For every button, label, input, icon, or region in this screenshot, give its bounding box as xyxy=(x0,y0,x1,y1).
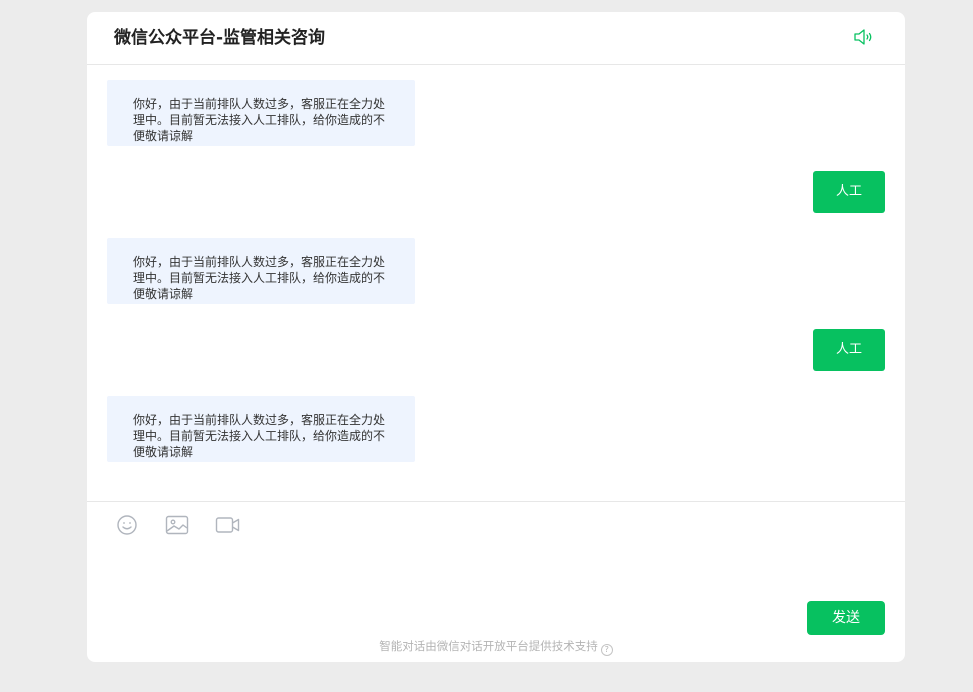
video-icon[interactable] xyxy=(215,514,241,540)
chat-title: 微信公众平台-监管相关咨询 xyxy=(114,28,326,48)
image-icon[interactable] xyxy=(165,514,189,540)
help-icon[interactable]: ? xyxy=(600,644,613,656)
send-button[interactable]: 发送 xyxy=(807,601,885,635)
chat-header: 微信公众平台-监管相关咨询 xyxy=(87,12,905,65)
bot-message: 你好，由于当前排队人数过多，客服正在全力处理中。目前暂无法接入人工排队，给你造成… xyxy=(107,396,415,462)
user-message: 人工 xyxy=(813,171,885,213)
bot-message: 你好，由于当前排队人数过多，客服正在全力处理中。目前暂无法接入人工排队，给你造成… xyxy=(107,238,415,304)
user-message: 人工 xyxy=(813,329,885,371)
message-list: 你好，由于当前排队人数过多，客服正在全力处理中。目前暂无法接入人工排队，给你造成… xyxy=(87,65,905,501)
speaker-icon[interactable] xyxy=(853,27,875,47)
footer-text: 智能对话由微信对话开放平台提供技术支持 xyxy=(379,639,598,653)
bot-message: 你好，由于当前排队人数过多，客服正在全力处理中。目前暂无法接入人工排队，给你造成… xyxy=(107,80,415,146)
message-input-area[interactable]: 发送 智能对话由微信对话开放平台提供技术支持? xyxy=(87,501,905,662)
footer-note: 智能对话由微信对话开放平台提供技术支持? xyxy=(87,638,905,656)
chat-panel: 微信公众平台-监管相关咨询 你好，由于当前排队人数过多，客服正在全力处理中。目前… xyxy=(87,12,905,662)
emoji-icon[interactable] xyxy=(116,514,138,540)
